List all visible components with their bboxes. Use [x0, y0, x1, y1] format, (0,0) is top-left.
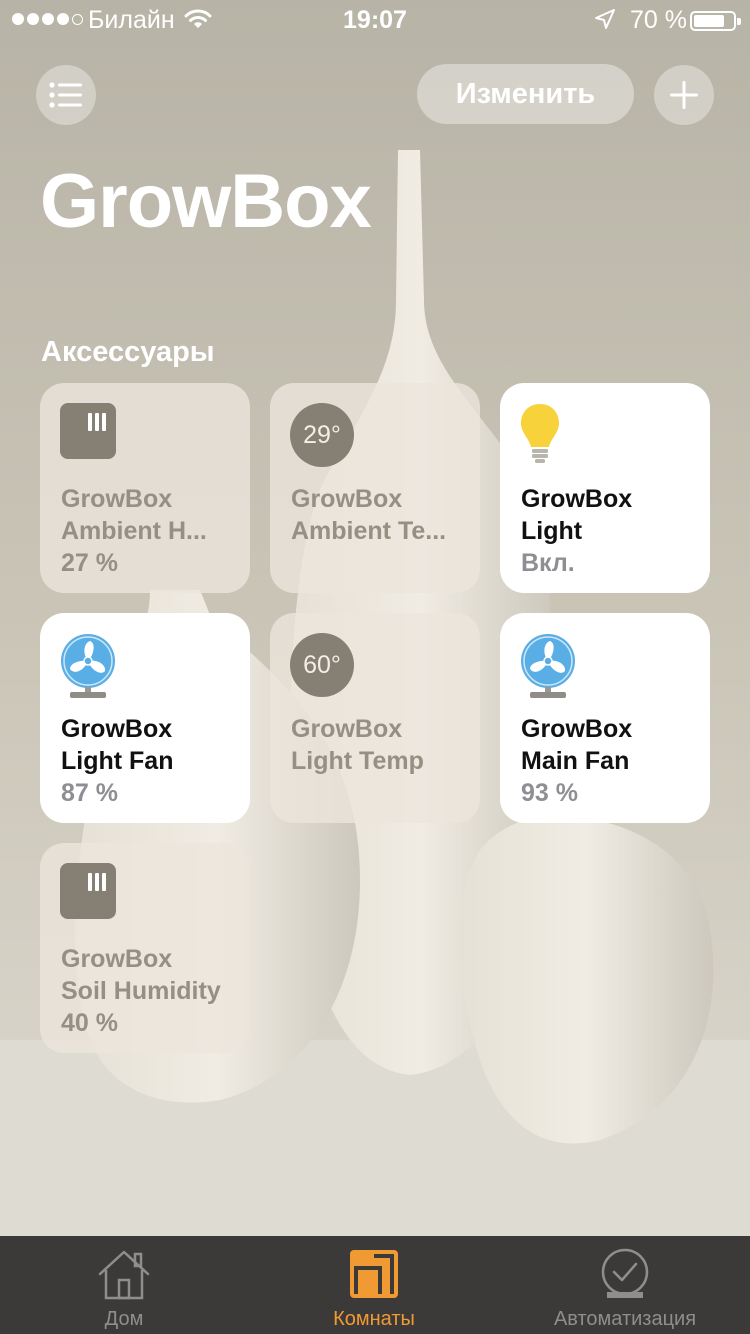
tab-bar: Дом Комнаты Автоматизация [0, 1236, 750, 1334]
edit-button[interactable]: Изменить [417, 64, 634, 124]
accessory-name-line1: GrowBox [61, 715, 173, 743]
status-bar: Билайн 19:07 70 % [0, 0, 750, 40]
accessory-tile-light-temp[interactable]: 60° GrowBox Light Temp [270, 613, 480, 823]
accessory-name-line1: GrowBox [291, 485, 403, 513]
accessory-tile-light[interactable]: GrowBox Light Вкл. [500, 383, 710, 593]
accessory-name-line1: GrowBox [521, 715, 633, 743]
accessory-state: 93 % [521, 779, 578, 807]
accessory-name-line2: Ambient H... [61, 517, 207, 545]
temperature-icon: 60° [290, 633, 354, 697]
accessory-name-line2: Main Fan [521, 747, 630, 775]
humidity-sensor-icon [60, 863, 116, 919]
accessory-name-line2: Soil Humidity [61, 977, 221, 1005]
accessory-name-line1: GrowBox [61, 945, 173, 973]
lightbulb-icon [521, 404, 559, 463]
temperature-icon: 29° [290, 403, 354, 467]
section-title: Аксессуары [41, 336, 215, 368]
accessory-state: Вкл. [521, 549, 575, 577]
accessory-name-line2: Light Fan [61, 747, 174, 775]
accessory-name-line2: Ambient Te... [291, 517, 447, 545]
accessory-name-line1: GrowBox [521, 485, 633, 513]
tab-rooms[interactable]: Комнаты [299, 1236, 449, 1334]
tab-home[interactable]: Дом [49, 1236, 199, 1334]
accessory-name-line1: GrowBox [291, 715, 403, 743]
accessory-tile-main-fan[interactable]: GrowBox Main Fan 93 % [500, 613, 710, 823]
accessory-state: 40 % [61, 1009, 118, 1037]
accessory-tile-ambient-humidity[interactable]: GrowBox Ambient H... 27 % [40, 383, 250, 593]
accessory-tile-ambient-temp[interactable]: 29° GrowBox Ambient Te... [270, 383, 480, 593]
add-button[interactable] [654, 65, 714, 125]
accessory-state: 27 % [61, 549, 118, 577]
accessory-name-line1: GrowBox [61, 485, 173, 513]
tab-label: Комнаты [333, 1308, 415, 1330]
fan-icon [521, 634, 575, 698]
accessory-name-line2: Light [521, 517, 583, 545]
tab-automation[interactable]: Автоматизация [525, 1236, 725, 1334]
accessory-tile-light-fan[interactable]: GrowBox Light Fan 87 % [40, 613, 250, 823]
fan-icon [61, 634, 115, 698]
tab-label: Автоматизация [553, 1308, 697, 1330]
rooms-icon [350, 1250, 398, 1298]
list-icon [49, 82, 82, 108]
clock-check-icon [601, 1248, 649, 1298]
tab-label: Дом [104, 1308, 144, 1330]
humidity-sensor-icon [60, 403, 116, 459]
plus-icon [670, 81, 698, 109]
accessory-name-line2: Light Temp [291, 747, 424, 775]
location-arrow-icon [595, 9, 615, 29]
house-icon [98, 1250, 150, 1300]
accessory-tile-soil-humidity[interactable]: GrowBox Soil Humidity 40 % [40, 843, 250, 1053]
rooms-list-button[interactable] [36, 65, 96, 125]
battery-icon [690, 11, 741, 31]
accessory-state: 87 % [61, 779, 118, 807]
page-title: GrowBox [40, 159, 372, 244]
battery-percent: 70 % [630, 6, 687, 34]
